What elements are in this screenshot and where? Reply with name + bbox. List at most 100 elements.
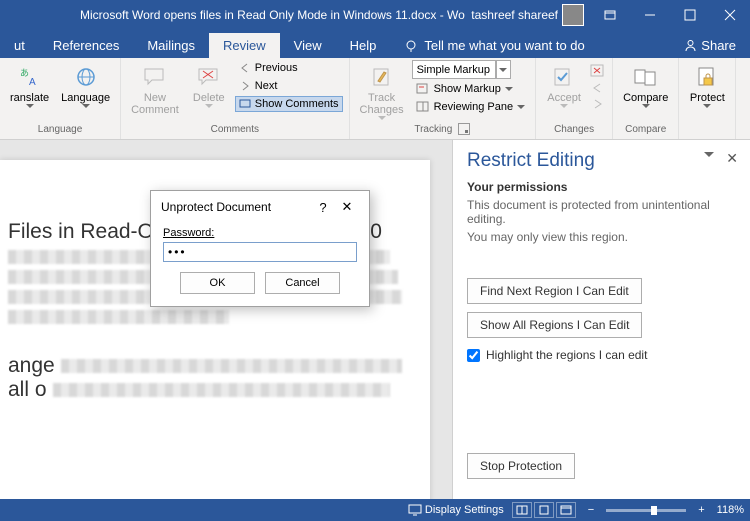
compare-button[interactable]: Compare	[619, 60, 672, 111]
show-markup-icon	[416, 83, 430, 95]
lightbulb-icon	[404, 39, 418, 53]
password-label: Password:	[163, 227, 214, 239]
group-label-protect	[685, 135, 729, 137]
comment-icon	[239, 98, 251, 110]
next-comment-button[interactable]: Next	[235, 78, 343, 94]
cancel-button[interactable]: Cancel	[265, 272, 340, 294]
chevron-down-icon	[26, 104, 34, 108]
zoom-in-button[interactable]: +	[694, 504, 708, 516]
display-settings-icon	[408, 504, 422, 516]
show-comments-button[interactable]: Show Comments	[235, 96, 343, 112]
markup-mode-caret[interactable]	[496, 60, 511, 79]
ribbon-tabs: ut References Mailings Review View Help …	[0, 30, 750, 58]
group-tracking: Track Changes Simple Markup Show Markup …	[350, 58, 537, 139]
group-label-language: Language	[6, 124, 114, 137]
group-label-compare: Compare	[619, 124, 672, 137]
dialog-close-button[interactable]: ✕	[335, 199, 359, 215]
svg-text:あ: あ	[20, 68, 29, 78]
stop-protection-button[interactable]: Stop Protection	[467, 453, 575, 479]
account-area[interactable]: tashreef shareef	[465, 4, 590, 26]
workspace: Files in Read-Onl 0 ange all o ✕ Restric…	[0, 140, 750, 499]
share-icon	[684, 39, 697, 52]
ok-button[interactable]: OK	[180, 272, 255, 294]
group-comments: New Comment Delete Previous Next Show Co…	[121, 58, 349, 139]
restrict-editing-pane: ✕ Restrict Editing Your permissions This…	[452, 140, 750, 499]
minimize-button[interactable]	[630, 0, 670, 30]
print-layout-button[interactable]	[534, 502, 554, 518]
show-all-regions-button[interactable]: Show All Regions I Can Edit	[467, 312, 642, 338]
hide-ink-button[interactable]: Hide Ink	[742, 60, 750, 123]
group-changes: Accept Changes	[536, 58, 613, 139]
track-changes-icon	[368, 63, 396, 91]
new-comment-button[interactable]: New Comment	[127, 60, 183, 119]
tracking-dialog-launcher[interactable]	[458, 123, 470, 135]
chevron-down-icon	[378, 116, 386, 120]
find-next-region-button[interactable]: Find Next Region I Can Edit	[467, 278, 642, 304]
username-label: tashreef shareef	[471, 8, 558, 22]
zoom-slider[interactable]	[606, 509, 686, 512]
previous-comment-button[interactable]: Previous	[235, 60, 343, 76]
permissions-header: Your permissions	[467, 180, 736, 194]
tell-me-label: Tell me what you want to do	[424, 38, 584, 53]
ribbon-collapse-button[interactable]	[590, 0, 630, 30]
read-mode-button[interactable]	[512, 502, 532, 518]
doc-text-fragment: 0	[370, 220, 382, 244]
display-settings-button[interactable]: Display Settings	[408, 504, 504, 516]
tab-mailings[interactable]: Mailings	[133, 33, 209, 58]
accept-icon	[550, 63, 578, 91]
highlight-regions-label: Highlight the regions I can edit	[486, 348, 647, 362]
show-markup-button[interactable]: Show Markup	[412, 81, 530, 97]
chevron-down-icon	[505, 87, 513, 91]
status-bar: Display Settings − + 118%	[0, 499, 750, 521]
pane-title: Restrict Editing	[467, 150, 736, 172]
zoom-level[interactable]: 118%	[717, 504, 744, 516]
compare-icon	[632, 63, 660, 91]
share-button[interactable]: Share	[670, 33, 750, 58]
next-change-icon[interactable]	[590, 98, 606, 110]
markup-mode-select[interactable]: Simple Markup	[412, 60, 496, 79]
password-input[interactable]	[163, 242, 357, 262]
tab-help[interactable]: Help	[336, 33, 391, 58]
chevron-down-icon	[205, 104, 213, 108]
maximize-button[interactable]	[670, 0, 710, 30]
highlight-regions-checkbox[interactable]	[467, 349, 480, 362]
group-label-tracking: Tracking	[356, 123, 530, 137]
group-label-ink: Ink	[742, 124, 750, 137]
language-icon	[72, 63, 100, 91]
reject-icon[interactable]	[590, 64, 606, 78]
reviewing-pane-button[interactable]: Reviewing Pane	[412, 99, 530, 115]
avatar[interactable]	[562, 4, 584, 26]
tab-references[interactable]: References	[39, 33, 133, 58]
protect-button[interactable]: Protect	[685, 60, 729, 111]
ribbon: あA ranslate Language Language New Commen…	[0, 58, 750, 140]
previous-change-icon[interactable]	[590, 82, 606, 94]
chevron-down-icon	[642, 104, 650, 108]
web-layout-button[interactable]	[556, 502, 576, 518]
tell-me-search[interactable]: Tell me what you want to do	[390, 33, 598, 58]
zoom-out-button[interactable]: −	[584, 504, 598, 516]
group-label-changes: Changes	[542, 124, 606, 137]
pane-close-button[interactable]: ✕	[726, 150, 738, 167]
unprotect-document-dialog: Unprotect Document ? ✕ Password: OK Canc…	[150, 190, 370, 307]
group-label-comments: Comments	[127, 124, 342, 137]
tab-view[interactable]: View	[280, 33, 336, 58]
view-mode-buttons	[512, 502, 576, 518]
tab-cut[interactable]: ut	[0, 33, 39, 58]
group-language: あA ranslate Language Language	[0, 58, 121, 139]
tab-review[interactable]: Review	[209, 33, 280, 58]
dialog-help-button[interactable]: ?	[311, 200, 335, 215]
track-changes-button[interactable]: Track Changes	[356, 60, 408, 123]
chevron-down-icon	[560, 104, 568, 108]
svg-text:A: A	[29, 77, 36, 87]
new-comment-icon	[141, 63, 169, 91]
translate-button[interactable]: あA ranslate	[6, 60, 53, 111]
doc-text-fragment: ange	[8, 354, 55, 378]
close-button[interactable]	[710, 0, 750, 30]
group-compare: Compare Compare	[613, 58, 679, 139]
pane-menu-button[interactable]	[704, 152, 714, 157]
accept-button[interactable]: Accept	[542, 60, 586, 111]
delete-comment-button[interactable]: Delete	[187, 60, 231, 111]
language-button[interactable]: Language	[57, 60, 114, 111]
arrow-right-icon	[239, 80, 251, 92]
title-bar: Microsoft Word opens files in Read Only …	[0, 0, 750, 30]
